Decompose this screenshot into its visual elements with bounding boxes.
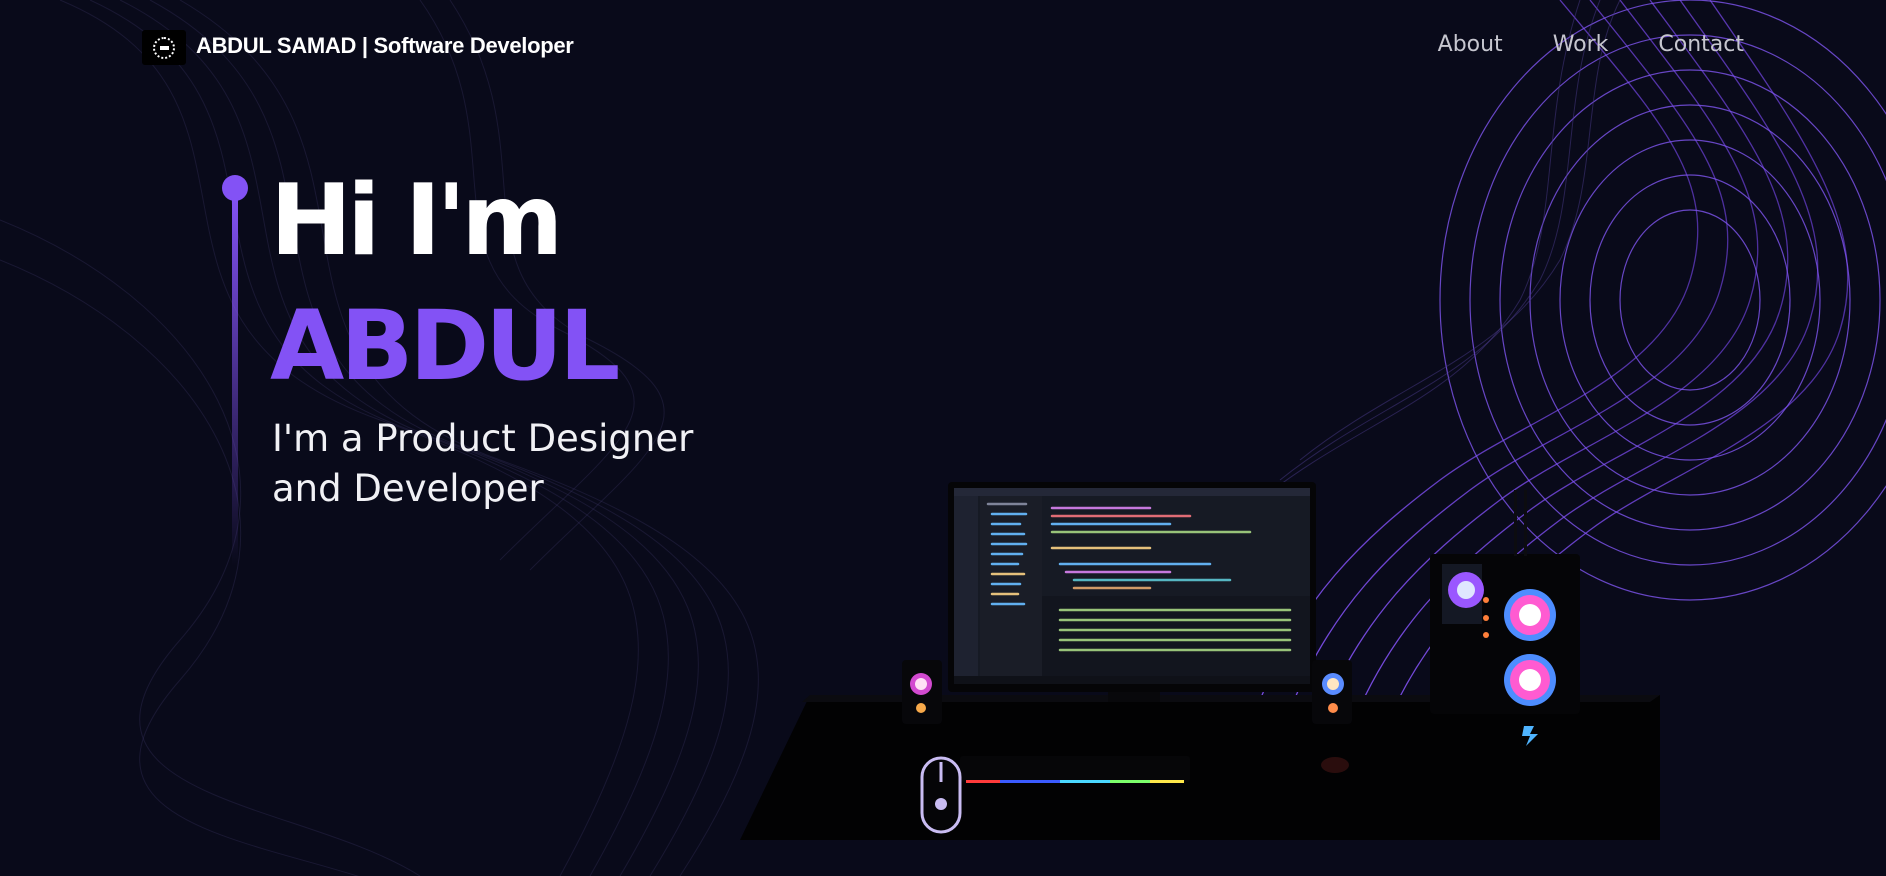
headphones xyxy=(1321,757,1349,773)
desk xyxy=(740,695,1660,840)
nav-links: About Work Contact xyxy=(1438,32,1744,57)
monitor xyxy=(948,482,1316,702)
hero-subtitle-line-2: and Developer xyxy=(272,467,544,510)
hero-name: ABDUL xyxy=(270,290,620,402)
logo-icon[interactable] xyxy=(142,30,186,65)
mouse xyxy=(920,756,962,834)
hero-subtitle: I'm a Product Designer and Developer xyxy=(272,414,772,514)
speaker-right xyxy=(1312,660,1352,724)
hero-subtitle-line-1: I'm a Product Designer xyxy=(272,417,694,460)
brand-title[interactable]: ABDUL SAMAD | Software Developer xyxy=(196,33,574,59)
brand-role: | Software Developer xyxy=(361,33,574,58)
keyboard xyxy=(960,756,1190,783)
top-navigation: ABDUL SAMAD | Software Developer About W… xyxy=(142,30,1744,66)
timeline-line xyxy=(232,196,238,566)
speaker-left xyxy=(902,660,942,724)
nav-link-about[interactable]: About xyxy=(1438,32,1503,57)
pc-tower xyxy=(1430,490,1580,746)
nav-link-contact[interactable]: Contact xyxy=(1658,32,1744,57)
nav-link-work[interactable]: Work xyxy=(1553,32,1609,57)
brand-name: ABDUL SAMAD xyxy=(196,33,357,58)
desk-setup-illustration xyxy=(740,482,1660,840)
hero-greeting: Hi I'm xyxy=(270,164,563,278)
